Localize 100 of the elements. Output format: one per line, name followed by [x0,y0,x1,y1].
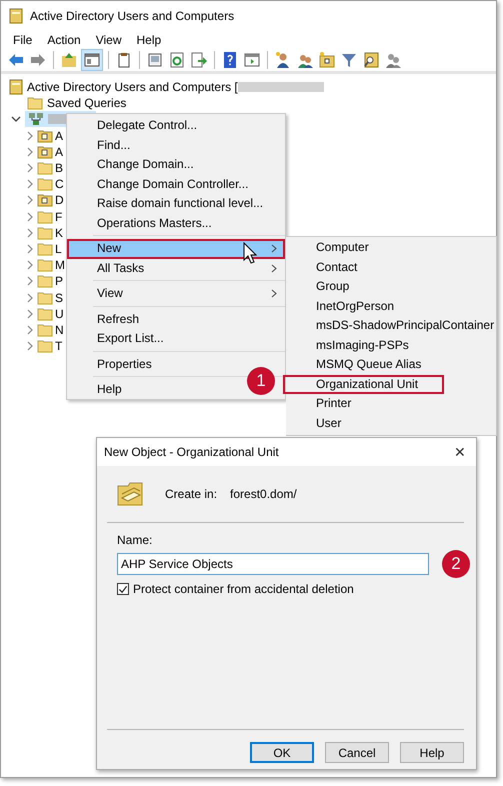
tree-item[interactable]: Saved Queries [47,96,126,110]
chevron-right-icon[interactable] [25,130,35,141]
checkbox-label: Protect container from accidental deletion [133,582,354,596]
close-button[interactable]: ✕ [454,444,466,460]
menu-item[interactable]: Organizational Unit [283,374,444,394]
folder-icon [37,193,53,208]
tree-item[interactable]: L [55,242,62,256]
menu-item[interactable]: Help [136,33,162,47]
find-icon[interactable] [362,51,380,69]
chevron-right-icon[interactable] [25,228,35,238]
export-icon[interactable] [190,51,208,69]
help-icon[interactable] [221,51,239,69]
dialog-button[interactable]: Cancel [325,742,389,763]
dialog-button[interactable]: Help [400,742,464,763]
chevron-right-icon[interactable] [25,292,35,303]
tree-item[interactable]: B [55,161,64,176]
tree-item[interactable]: C [55,177,64,192]
menu-item[interactable]: Export List... [67,329,285,348]
menu-item[interactable]: Printer [286,394,496,414]
step-badge: 2 [442,550,470,578]
cursor-icon [243,242,259,266]
chevron-down-icon[interactable] [11,114,21,124]
menu-item[interactable]: InetOrgPerson [286,296,496,316]
create-in-label: Create in: [165,487,218,501]
chevron-right-icon[interactable] [25,260,35,270]
folder-icon [37,306,53,321]
dialog-button[interactable]: OK [250,742,314,763]
tree-item[interactable]: Active Directory Users and Computers [ [27,80,238,94]
menu-item[interactable]: Computer [286,238,496,258]
chevron-right-icon[interactable] [25,244,35,254]
forward-arrow-icon[interactable] [29,51,47,69]
menu-item[interactable]: msImaging-PSPs [286,336,496,355]
chevron-right-icon [271,244,277,253]
refresh-icon[interactable] [168,51,186,69]
menu-item[interactable]: User [286,414,496,433]
menu-item[interactable]: Find... [67,136,285,155]
tree-item[interactable]: N [55,322,64,337]
chevron-right-icon[interactable] [25,341,35,352]
tree-item[interactable]: K [55,226,64,240]
menu-item[interactable]: View [67,284,285,304]
menu-item[interactable]: New [67,239,285,258]
chevron-right-icon[interactable] [25,195,35,206]
create-in-path: forest0.dom/ [230,487,297,501]
users-icon[interactable] [384,51,402,69]
name-field[interactable]: AHP Service Objects [117,553,429,575]
menu-item[interactable]: msDS-ShadowPrincipalContainer [286,316,496,336]
chevron-right-icon[interactable] [25,163,35,174]
chevron-right-icon[interactable] [25,179,35,190]
tree-item[interactable]: P [55,274,64,288]
chevron-right-icon[interactable] [25,146,35,157]
menu-item[interactable]: Group [286,277,496,296]
tree-item[interactable]: A [55,144,64,159]
tree-item[interactable]: D [55,193,64,208]
chevron-right-icon[interactable] [25,276,35,286]
menu-item[interactable]: Contact [286,258,496,277]
folder-icon [37,290,53,305]
folder-icon[interactable] [318,51,336,69]
chevron-right-icon [271,289,277,298]
tree-item[interactable]: T [55,339,62,354]
window-title: Active Directory Users and Computers [30,9,234,23]
folder-icon [37,242,53,256]
folder-icon [37,339,53,354]
menu-item[interactable]: All Tasks [67,258,285,278]
menu-item[interactable]: Change Domain... [67,155,285,174]
menu-item[interactable]: Action [47,33,81,47]
menu-item[interactable]: Refresh [67,310,285,329]
tree-item[interactable]: A [55,128,64,143]
folder-up-icon[interactable] [60,51,78,69]
tree-item[interactable]: F [55,210,62,224]
folder-icon [37,161,53,176]
action-pane-icon[interactable] [243,51,261,69]
menu-item[interactable]: Change Domain Controller... [67,174,285,194]
tree-item[interactable]: S [55,290,64,305]
console-tree-icon[interactable] [82,50,102,70]
chevron-right-icon[interactable] [25,308,35,319]
tree-item[interactable]: U [55,306,64,321]
menu-item[interactable]: View [96,33,122,47]
user-icon[interactable] [274,51,292,69]
dialog-title: New Object - Organizational Unit [104,445,279,459]
folder-icon [37,258,53,272]
menu-item[interactable]: MSMQ Queue Alias [286,355,496,374]
folder-icon [37,226,53,240]
tree-item[interactable]: M [55,258,65,272]
folder-icon [37,128,53,143]
menu-item[interactable]: Delegate Control... [67,116,285,136]
book-icon [9,79,23,96]
menu-item[interactable]: File [13,33,32,47]
properties-icon[interactable] [146,51,164,69]
book-icon [9,8,23,24]
name-label: Name: [117,533,154,547]
chevron-right-icon[interactable] [25,324,35,335]
checkbox[interactable] [117,583,129,595]
folder-icon [37,177,53,192]
folder-icon [37,144,53,159]
menu-item[interactable]: Raise domain functional level... [67,194,285,214]
chevron-right-icon[interactable] [25,212,35,222]
step-badge: 1 [247,367,275,395]
domain-icon [28,111,44,128]
menu-item[interactable]: Operations Masters... [67,214,285,233]
filter-icon[interactable] [340,51,358,69]
